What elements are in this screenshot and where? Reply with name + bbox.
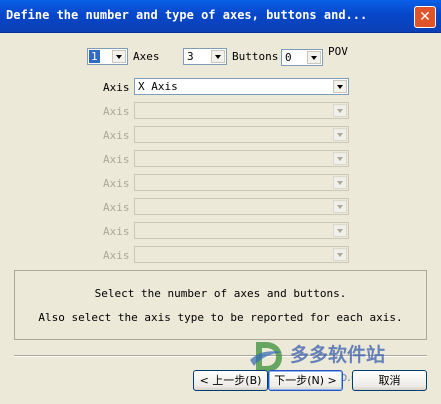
pov-count-select[interactable]: 0 bbox=[281, 49, 323, 66]
buttons-label: Buttons bbox=[232, 50, 279, 63]
axis-type-select bbox=[134, 222, 349, 239]
back-button[interactable]: < 上一步(B) bbox=[193, 370, 268, 391]
chevron-down-icon[interactable] bbox=[211, 50, 225, 63]
axis-label: Axis bbox=[103, 153, 130, 166]
axis-type-select bbox=[134, 246, 349, 263]
chevron-down-icon bbox=[333, 104, 347, 117]
watermark-name: 多多软件站 bbox=[290, 344, 386, 366]
dialog-client: 1 Axes 3 Buttons 0 POV Axis X Axis Axis … bbox=[0, 33, 441, 404]
close-button[interactable]: ✕ bbox=[414, 6, 436, 28]
axis-label: Axis bbox=[103, 129, 130, 142]
chevron-down-icon[interactable] bbox=[333, 80, 347, 93]
axis-label: Axis bbox=[103, 177, 130, 190]
info-line-2: Also select the axis type to be reported… bbox=[38, 311, 403, 324]
chevron-down-icon[interactable] bbox=[112, 50, 126, 63]
chevron-down-icon[interactable] bbox=[307, 51, 321, 64]
title-bar: Define the number and type of axes, butt… bbox=[0, 0, 441, 33]
next-button[interactable]: 下一步(N) > bbox=[268, 370, 343, 391]
window-title: Define the number and type of axes, butt… bbox=[6, 8, 368, 22]
axis-type-select bbox=[134, 174, 349, 191]
axes-count-select[interactable]: 1 bbox=[87, 48, 128, 65]
cancel-button[interactable]: 取消 bbox=[352, 370, 427, 391]
axis-type-select bbox=[134, 150, 349, 167]
buttons-count-select[interactable]: 3 bbox=[183, 48, 227, 65]
axis-label: Axis bbox=[103, 225, 130, 238]
axis-type-select bbox=[134, 126, 349, 143]
info-line-1: Select the number of axes and buttons. bbox=[94, 287, 347, 300]
pov-label: POV bbox=[328, 45, 348, 58]
axis-label: Axis bbox=[103, 201, 130, 214]
close-icon: ✕ bbox=[419, 9, 431, 25]
chevron-down-icon bbox=[333, 224, 347, 237]
buttons-count-value: 3 bbox=[187, 50, 194, 63]
axis-label: Axis bbox=[103, 249, 130, 262]
info-box: Select the number of axes and buttons. A… bbox=[14, 270, 427, 340]
chevron-down-icon bbox=[333, 176, 347, 189]
chevron-down-icon bbox=[333, 200, 347, 213]
axis-label: Axis bbox=[103, 105, 130, 118]
axis-type-select bbox=[134, 102, 349, 119]
axes-count-value: 1 bbox=[89, 50, 100, 63]
axis-type-value: X Axis bbox=[138, 80, 178, 93]
chevron-down-icon bbox=[333, 248, 347, 261]
pov-count-value: 0 bbox=[285, 51, 292, 64]
chevron-down-icon bbox=[333, 128, 347, 141]
axes-label: Axes bbox=[133, 50, 160, 63]
axis-type-select[interactable]: X Axis bbox=[134, 78, 349, 95]
chevron-down-icon bbox=[333, 152, 347, 165]
axis-type-select bbox=[134, 198, 349, 215]
axis-label: Axis bbox=[103, 81, 130, 94]
